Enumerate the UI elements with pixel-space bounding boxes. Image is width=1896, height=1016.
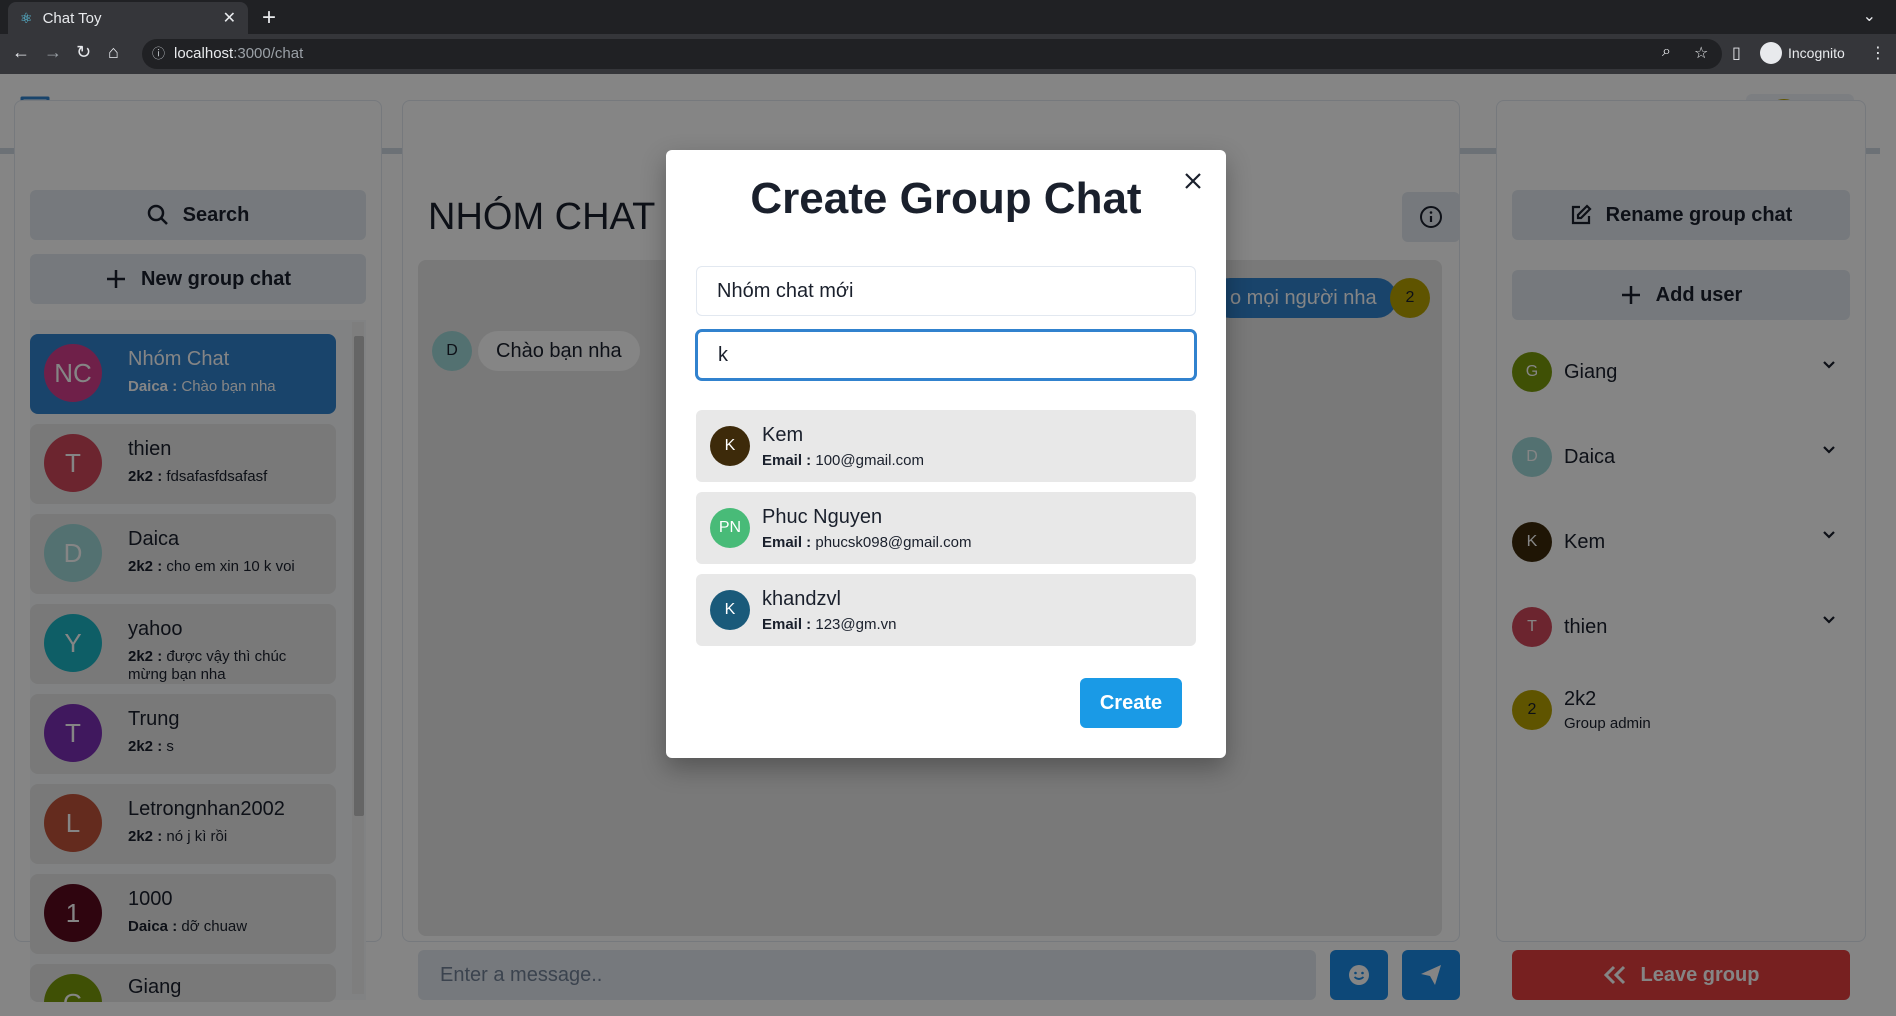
close-icon (1185, 173, 1201, 189)
user-name: khandzvl (762, 588, 841, 610)
incognito-indicator[interactable]: Incognito (1760, 42, 1845, 64)
user-name: Phuc Nguyen (762, 506, 883, 528)
user-avatar: PN (710, 508, 750, 548)
incognito-icon (1760, 42, 1782, 64)
user-result-item[interactable]: PN Phuc Nguyen Email : phucsk098@gmail.com (696, 492, 1196, 564)
url-field[interactable]: ⓘ localhost:3000/chat (142, 39, 1722, 69)
user-email: Email : phucsk098@gmail.com (762, 534, 972, 551)
user-avatar: K (710, 426, 750, 466)
zoom-icon[interactable]: ⌕ (1662, 43, 1671, 61)
close-modal-button[interactable] (1178, 166, 1208, 196)
create-group-modal: Create Group Chat K Kem Email : 100@gmail.… (666, 150, 1226, 758)
side-panel-icon[interactable]: ▯ (1732, 43, 1741, 63)
address-bar: ← → ↻ ⌂ ⓘ localhost:3000/chat ⌕ ☆ ▯ Inco… (0, 34, 1896, 74)
reload-icon[interactable]: ↻ (76, 42, 91, 63)
new-tab-icon[interactable]: + (262, 4, 276, 32)
browser-tab-bar: ⚛ Chat Toy ✕ + ⌄ (0, 0, 1896, 34)
site-info-icon[interactable]: ⓘ (152, 39, 165, 69)
home-icon[interactable]: ⌂ (108, 42, 119, 63)
group-name-input[interactable] (696, 266, 1196, 316)
user-name: Kem (762, 424, 804, 446)
add-users-search-input[interactable] (696, 330, 1196, 380)
tab-title: Chat Toy (42, 9, 102, 27)
user-result-item[interactable]: Kkhandzvl Email : 123@gm.vn (696, 574, 1196, 646)
forward-icon[interactable]: → (44, 42, 62, 63)
user-email: Email : 100@gmail.com (762, 452, 924, 469)
tab-search-icon[interactable]: ⌄ (1863, 6, 1876, 26)
user-result-item[interactable]: K Kem Email : 100@gmail.com (696, 410, 1196, 482)
bookmark-star-icon[interactable]: ☆ (1694, 43, 1708, 63)
browser-tab[interactable]: ⚛ Chat Toy ✕ (8, 2, 248, 34)
browser-menu-icon[interactable]: ⋮ (1870, 43, 1886, 63)
back-icon[interactable]: ← (12, 42, 30, 63)
react-icon: ⚛ (20, 9, 33, 26)
incognito-label: Incognito (1788, 45, 1845, 61)
close-tab-icon[interactable]: ✕ (223, 8, 236, 28)
url-host: localhost (174, 45, 234, 62)
url-path: :3000/chat (233, 45, 304, 62)
user-email: Email : 123@gm.vn (762, 616, 897, 633)
modal-title: Create Group Chat (750, 174, 1142, 223)
create-button[interactable]: Create (1080, 678, 1182, 728)
user-avatar: K (710, 590, 750, 630)
